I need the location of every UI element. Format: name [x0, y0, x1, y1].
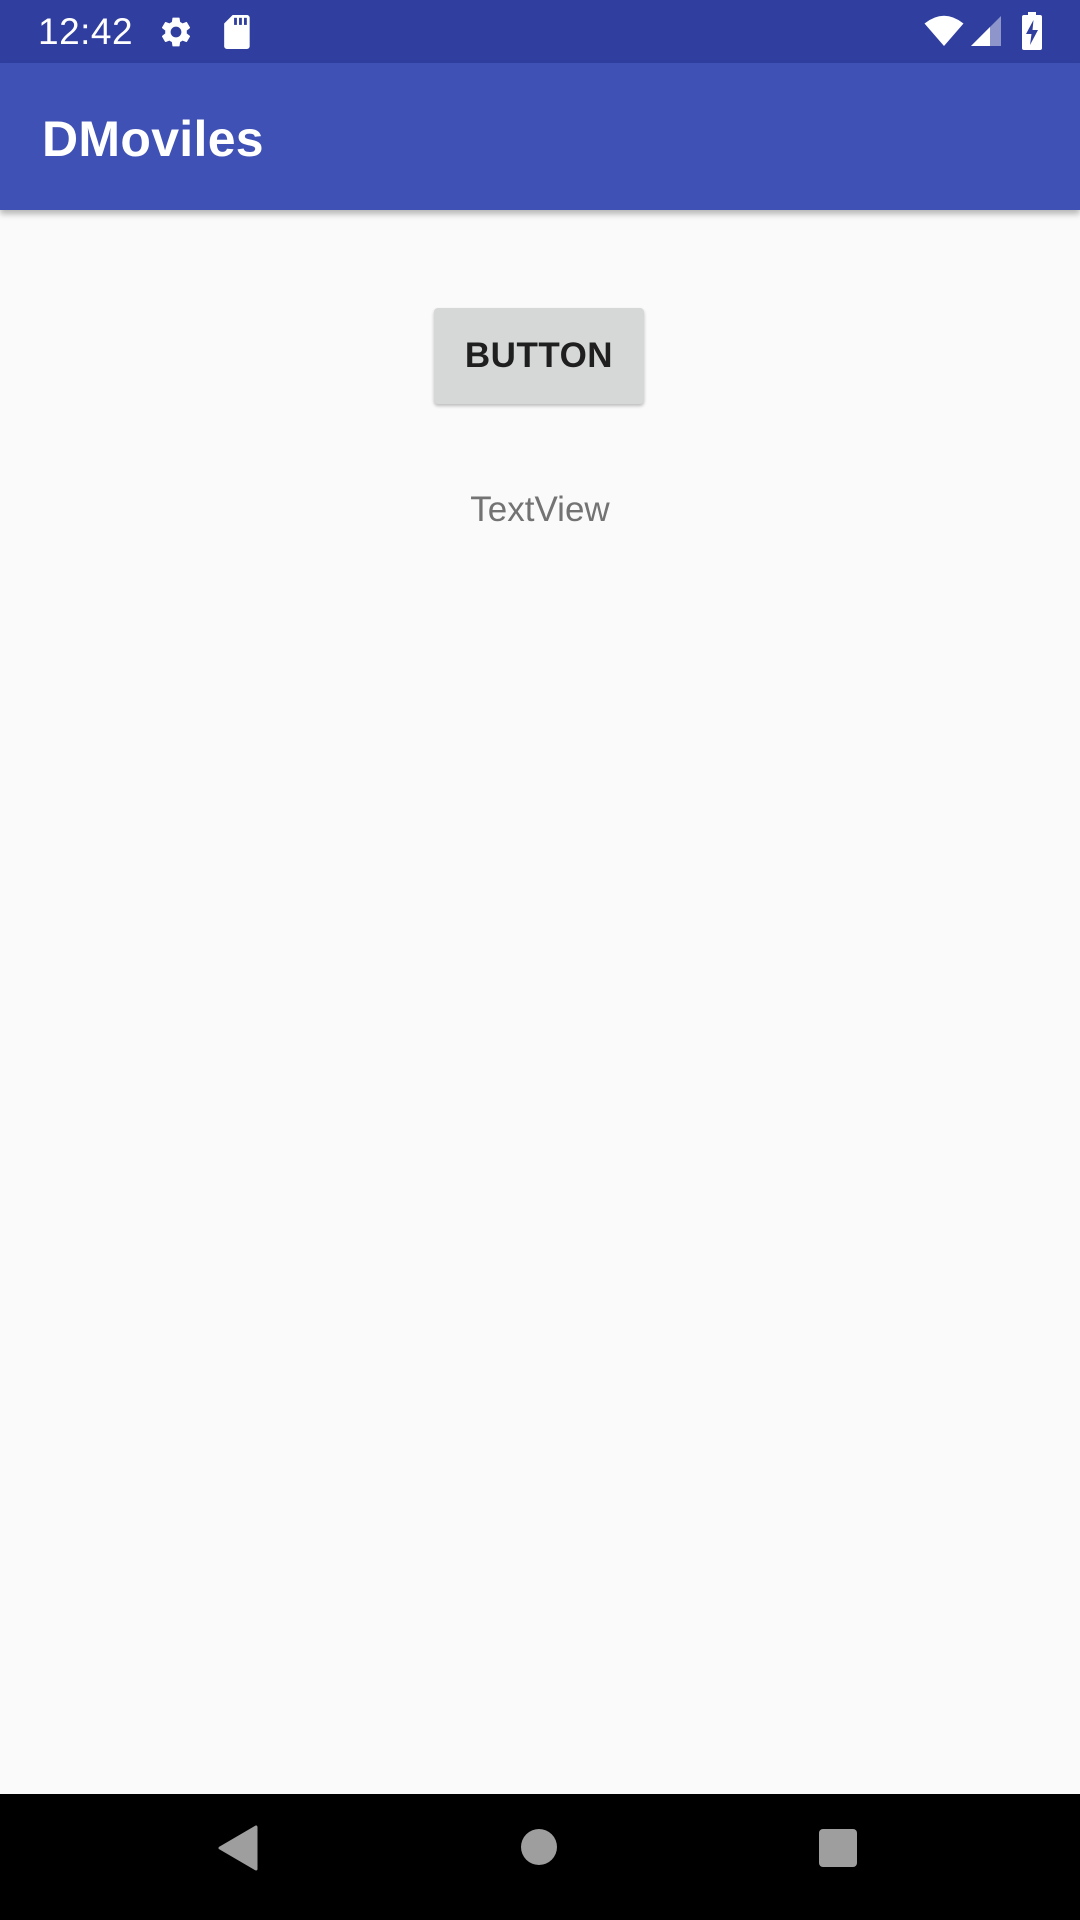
- text-view: TextView: [470, 490, 610, 529]
- status-time: 12:42: [38, 11, 134, 52]
- main-content: BUTTON TextView: [0, 210, 1080, 1794]
- app-title: DMoviles: [42, 111, 264, 167]
- home-icon[interactable]: [520, 1828, 558, 1866]
- status-bar: 12:42: [0, 0, 1080, 63]
- cell-signal-icon: [971, 16, 1001, 46]
- navigation-bar: [0, 1794, 1080, 1920]
- main-button[interactable]: BUTTON: [434, 308, 644, 404]
- app-bar: DMoviles: [0, 63, 1080, 210]
- recents-icon[interactable]: [818, 1828, 858, 1868]
- battery-charging-icon: [1022, 12, 1042, 50]
- back-icon[interactable]: [218, 1825, 258, 1871]
- sd-card-icon: [224, 15, 250, 49]
- settings-icon: [161, 17, 191, 47]
- wifi-icon: [924, 15, 964, 46]
